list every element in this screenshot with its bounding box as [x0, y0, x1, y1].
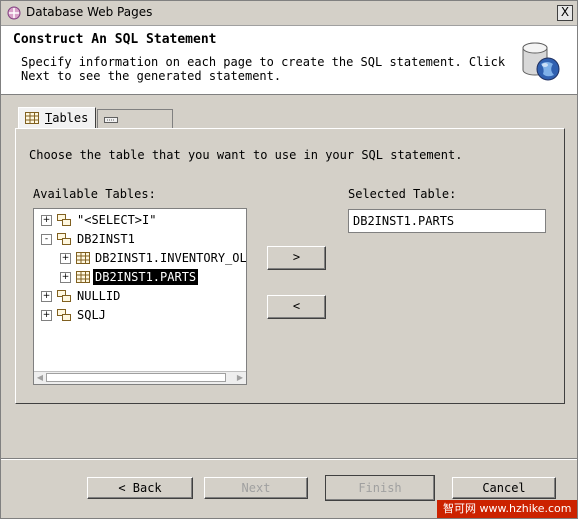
scrollbar-thumb[interactable]: [46, 373, 226, 382]
scroll-right-icon[interactable]: ▶: [235, 373, 245, 383]
add-table-button[interactable]: >: [267, 246, 326, 270]
available-tables-tree[interactable]: + "<SELECT>I" - DB2INST1 + DB2INST1.INVE…: [33, 208, 247, 385]
remove-table-button[interactable]: <: [267, 295, 326, 319]
tree-node-label: DB2INST1.INVENTORY_OLD: [95, 251, 247, 265]
page-title: Construct An SQL Statement: [13, 32, 217, 47]
next-button[interactable]: Next: [204, 477, 308, 499]
schema-icon: [57, 214, 71, 226]
schema-icon: [57, 290, 71, 302]
page-description: Specify information on each page to crea…: [21, 55, 506, 83]
watermark: 智可网 www.hzhike.com: [437, 500, 577, 518]
tab-tables[interactable]: Tables: [18, 107, 96, 129]
close-button[interactable]: X: [557, 5, 573, 21]
dialog-window: Database Web Pages X Construct An SQL St…: [0, 0, 578, 519]
tab-insert[interactable]: Insert: [97, 109, 173, 147]
back-button-label: < Back: [118, 481, 162, 495]
selected-table-label: Selected Table:: [348, 187, 457, 201]
available-tables-label: Available Tables:: [33, 187, 156, 201]
tree-node-label: NULLID: [77, 289, 121, 303]
window-title: Database Web Pages: [26, 5, 153, 19]
tree-node-label: SQLJ: [77, 308, 106, 322]
instruction-text: Choose the table that you want to use in…: [29, 148, 463, 162]
tree-node-label: DB2INST1: [77, 232, 135, 246]
expand-icon[interactable]: +: [60, 253, 71, 264]
back-button[interactable]: < Back: [87, 477, 193, 499]
tree-node-label: "<SELECT>I": [77, 213, 157, 227]
footer-separator: [1, 458, 577, 460]
wizard-header: Construct An SQL Statement Specify infor…: [1, 26, 577, 95]
expand-icon[interactable]: +: [41, 215, 52, 226]
schema-icon: [57, 233, 71, 245]
table-icon: [76, 271, 90, 283]
tab-tables-label: ables: [52, 111, 89, 125]
database-globe-icon: [522, 42, 560, 81]
horizontal-scrollbar[interactable]: ◀ ▶: [34, 371, 246, 384]
tables-panel: Choose the table that you want to use in…: [15, 128, 565, 404]
expand-icon[interactable]: +: [41, 291, 52, 302]
expand-icon[interactable]: +: [60, 272, 71, 283]
schema-icon: [57, 309, 71, 321]
table-icon: [76, 252, 90, 264]
finish-button[interactable]: Finish: [325, 475, 435, 501]
expand-icon[interactable]: +: [41, 310, 52, 321]
selected-table-field[interactable]: DB2INST1.PARTS: [348, 209, 546, 233]
collapse-icon[interactable]: -: [41, 234, 52, 245]
scroll-left-icon[interactable]: ◀: [35, 373, 45, 383]
title-bar[interactable]: Database Web Pages X: [1, 1, 577, 26]
table-icon: [25, 112, 39, 124]
insert-icon: [104, 117, 118, 123]
web-pages-icon: [7, 6, 21, 20]
tree-node-label-selected: DB2INST1.PARTS: [93, 269, 199, 285]
cancel-button[interactable]: Cancel: [452, 477, 556, 499]
